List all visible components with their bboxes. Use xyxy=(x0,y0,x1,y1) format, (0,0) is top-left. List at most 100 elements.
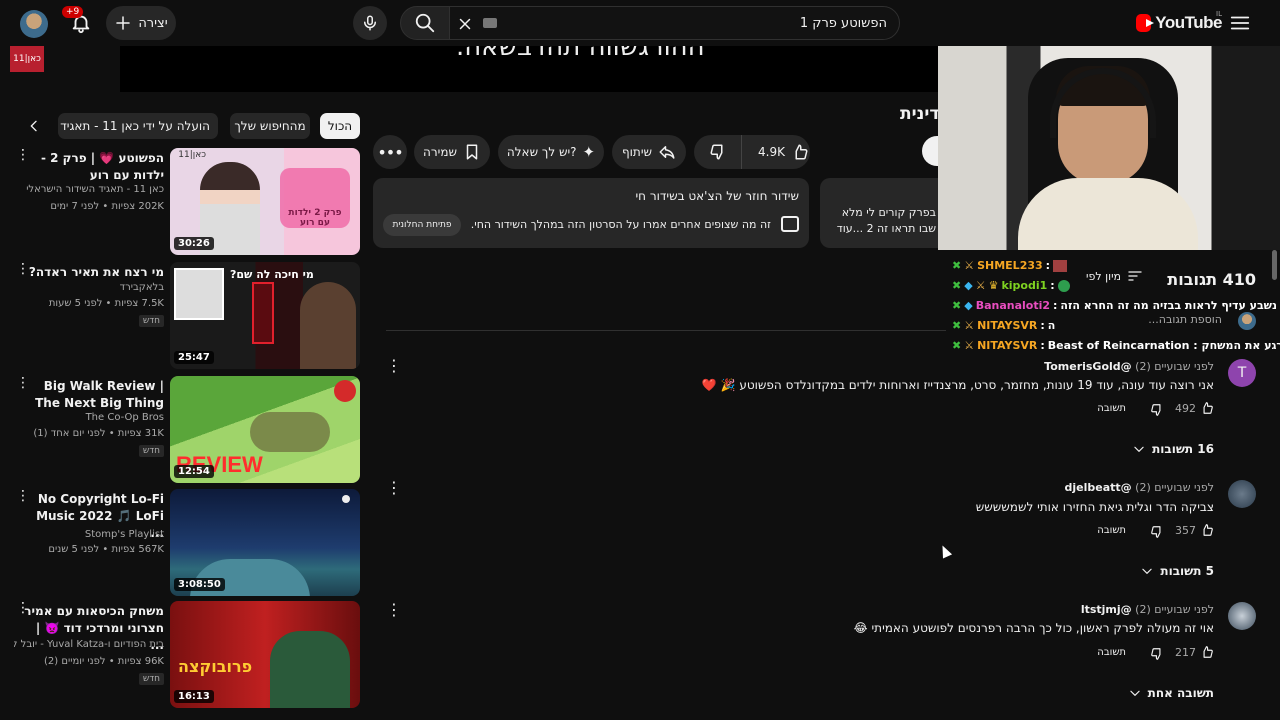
chat-gem-icon: ◆ xyxy=(964,299,973,312)
dislike-button[interactable] xyxy=(694,135,742,169)
reply-button[interactable]: תשובה xyxy=(1097,647,1126,658)
comment-author[interactable]: לפני שבועיים (2) @TomerisGold xyxy=(1044,360,1214,373)
comment-like-button[interactable]: 217 xyxy=(1175,645,1214,659)
thumbs-down-icon[interactable] xyxy=(1150,525,1164,539)
channel-name[interactable]: בית הפודיום ו-Yuval Katza - יובל קצה xyxy=(14,637,164,653)
more-options-icon[interactable]: ⋮ xyxy=(16,489,30,511)
webcam-shirt xyxy=(1018,178,1198,250)
ask-button[interactable]: יש לך שאלה? ✦ xyxy=(498,135,604,169)
show-replies-button[interactable]: תשובה אחת xyxy=(1128,686,1214,700)
chat-sword-icon: ⚔ xyxy=(964,319,975,332)
video-duration: 25:47 xyxy=(174,351,214,364)
channel-name[interactable]: The Co-Op Bros xyxy=(14,410,164,426)
show-replies-button[interactable]: 5 תשובות xyxy=(1140,564,1214,578)
chevron-down-icon xyxy=(1134,446,1144,452)
thumbnail-portrait xyxy=(174,268,224,320)
like-dislike-group: 4.9K xyxy=(694,135,810,169)
reply-button[interactable]: תשובה xyxy=(1097,525,1126,536)
channel-name[interactable]: Stomp's Playlist xyxy=(14,527,164,543)
recommendation-item[interactable]: מי חיכה לה שם? 25:47 מי רצח את תאיר ראדה… xyxy=(0,262,362,370)
chip-uploaded-by[interactable]: הועלה על ידי כאן 11 - תאגיד השי xyxy=(58,113,218,139)
voice-search-button[interactable] xyxy=(353,6,387,40)
clear-search-icon[interactable] xyxy=(455,14,475,34)
comment-author[interactable]: לפני שבועיים (2) @ltstjmj xyxy=(1081,603,1214,616)
share-icon xyxy=(659,146,675,159)
co-op-bros-logo xyxy=(334,380,356,402)
thumbs-down-icon[interactable] xyxy=(1150,647,1164,661)
comment-like-button[interactable]: 492 xyxy=(1175,401,1214,415)
chat-gem-icon: ◆ xyxy=(964,279,973,292)
chip-from-search[interactable]: מהחיפוש שלך xyxy=(230,113,310,139)
search-input[interactable] xyxy=(547,7,887,39)
like-button[interactable]: 4.9K xyxy=(748,143,809,161)
more-options-icon[interactable]: ⋮ xyxy=(16,601,30,623)
search-button[interactable] xyxy=(400,6,450,40)
comment-menu-icon[interactable]: ⋮ xyxy=(386,600,402,619)
account-avatar[interactable] xyxy=(20,10,48,38)
plus-icon xyxy=(116,16,131,30)
mouse-cursor xyxy=(937,543,953,559)
keyboard-icon[interactable] xyxy=(483,18,497,28)
new-badge: חדש xyxy=(138,315,164,327)
chips-prev-button[interactable] xyxy=(22,114,46,138)
chat-username: Bananaloti2 xyxy=(975,299,1051,312)
video-player[interactable]: ההורגשווה תהדבשאה. xyxy=(120,32,940,92)
comment-like-button[interactable]: 357 xyxy=(1175,523,1214,537)
thumbnail-door xyxy=(252,282,274,344)
recommendation-item[interactable]: REVIEW 12:54 Big Walk Review | The Next … xyxy=(0,376,362,484)
chip-all[interactable]: הכול xyxy=(320,113,360,139)
chat-message: ✖ ◆ ⚔ ♛ kipodi1 : xyxy=(952,279,1070,292)
chat-username: NITAYSVR xyxy=(977,339,1038,352)
chat-crown-icon: ♛ xyxy=(988,279,999,292)
notifications-button[interactable]: +9 xyxy=(62,6,94,36)
more-actions-button[interactable]: ••• xyxy=(373,135,407,169)
sort-button[interactable]: מיון לפי xyxy=(1086,268,1143,284)
notification-badge: +9 xyxy=(62,6,84,18)
description-card[interactable]: בפרק קורים לי מלא שבו תראו זה 2 ...עוד xyxy=(820,178,950,248)
menu-icon[interactable] xyxy=(1228,12,1252,34)
more-options-icon[interactable]: ⋮ xyxy=(16,148,30,170)
comment-avatar[interactable]: T xyxy=(1228,359,1256,387)
youtube-logo[interactable]: YouTube IL xyxy=(1136,10,1222,34)
more-options-icon[interactable]: ⋮ xyxy=(16,376,30,398)
live-chat-body: זה מה שצופים אחרים אמרו על הסרטון הזה במ… xyxy=(470,218,771,231)
chevron-left-icon xyxy=(30,120,37,132)
add-comment-input[interactable]: הוספת תגובה... xyxy=(1148,313,1222,326)
more-options-icon[interactable]: ⋮ xyxy=(16,262,30,284)
comment-avatar[interactable] xyxy=(1228,480,1256,508)
create-label: יצירה xyxy=(138,15,168,31)
comment-author[interactable]: לפני שבועיים (2) @djelbeatt xyxy=(1065,481,1214,494)
thumbnail-people xyxy=(270,631,350,708)
comment-actions: 492 תשובה xyxy=(1084,401,1214,421)
comments-divider xyxy=(386,330,946,331)
thumbs-up-icon xyxy=(1203,646,1213,658)
recommendation-item[interactable]: 3:08:50 No Copyright Lo-Fi Music 2022 🎵 … xyxy=(0,489,362,597)
recommendation-item[interactable]: פרובוקצה 16:13 משחק הכיסאות עם אמיר חצרו… xyxy=(0,601,362,709)
share-button[interactable]: שיתוף xyxy=(612,135,686,169)
recommendation-item[interactable]: פרק 2 ילדות עם רוע כאן|11 30:26 הפשוטע 💗… xyxy=(0,148,362,256)
video-title[interactable]: הפשוטע 💗 | פרק 2 - ילדות עם רוע xyxy=(24,150,164,184)
comment-text: אוי זה מעולה לפרק ראשון, כול כך הרבה רפר… xyxy=(853,621,1214,635)
chat-username: SHMEL233 xyxy=(977,259,1043,272)
thumbs-down-icon[interactable] xyxy=(1150,403,1164,417)
chat-message: ✖ ⚔ NITAYSVR : ה xyxy=(952,319,1056,332)
open-panel-button[interactable]: פתיחת החלונית xyxy=(383,214,461,236)
show-replies-button[interactable]: 16 תשובות xyxy=(1132,442,1214,456)
chat-emote xyxy=(1053,259,1068,272)
live-chat-title: שידור חוזר של הצ'אט בשידור חי xyxy=(635,189,799,203)
save-button[interactable]: שמירה xyxy=(414,135,490,169)
channel-name[interactable]: כאן 11 - תאגיד השידור הישראלי xyxy=(14,182,164,198)
channel-logo: כאן|11 xyxy=(178,150,206,160)
thumbnail-moon xyxy=(342,495,350,503)
comment-avatar[interactable] xyxy=(1228,602,1256,630)
video-title[interactable]: Big Walk Review | The Next Big Thing xyxy=(24,378,164,412)
channel-name[interactable]: בלאקבירד xyxy=(14,280,164,296)
reply-button[interactable]: תשובה xyxy=(1097,403,1126,414)
video-title[interactable]: מי רצח את תאיר ראדה? xyxy=(24,264,164,281)
chat-bubble-icon xyxy=(781,216,799,232)
sort-icon xyxy=(1128,271,1142,281)
comment-menu-icon[interactable]: ⋮ xyxy=(386,356,402,375)
create-button[interactable]: יצירה xyxy=(106,6,176,40)
page-scrollbar[interactable] xyxy=(1272,250,1277,280)
comment-menu-icon[interactable]: ⋮ xyxy=(386,478,402,497)
